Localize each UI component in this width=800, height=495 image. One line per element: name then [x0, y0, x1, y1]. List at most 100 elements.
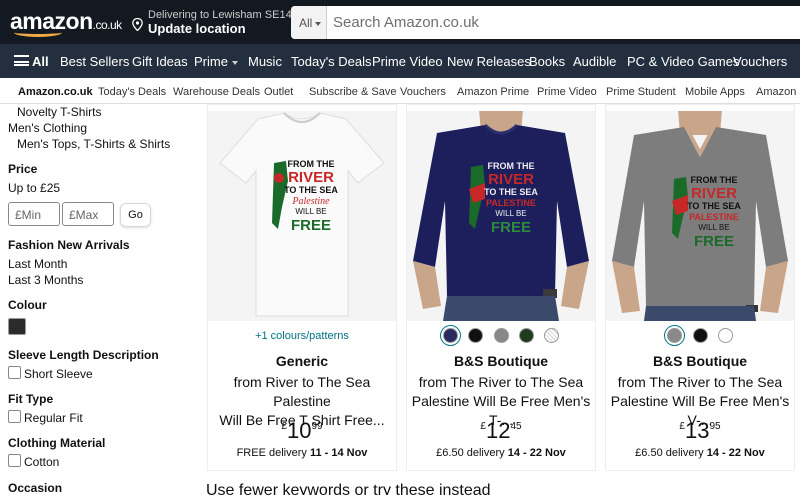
search-category-label: All	[299, 16, 313, 30]
shirt-print-line-5: WILL BE	[495, 209, 526, 218]
delivery-info: £6.50 delivery 14 - 22 Nov	[606, 447, 794, 459]
product-image[interactable]: FROM THE RIVER TO THE SEA Palestine WILL…	[208, 111, 396, 321]
deliver-to-label: Delivering to Lewisham SE14	[148, 9, 292, 21]
price-go-button[interactable]: Go	[120, 203, 151, 227]
product-card[interactable]: FROM THE RIVER TO THE SEA PALESTINE WILL…	[406, 104, 596, 471]
chevron-down-icon	[315, 21, 322, 26]
delivery-info: £6.50 delivery 14 - 22 Nov	[407, 447, 595, 459]
colour-heading: Colour	[8, 298, 47, 312]
shirt-print-line-1: FROM THE	[488, 161, 535, 171]
occasion-heading: Occasion	[8, 481, 63, 495]
swatch-navy[interactable]	[442, 328, 458, 344]
nav-pc-video-games[interactable]: PC & Video Games	[627, 54, 739, 69]
swatch-black[interactable]	[468, 328, 484, 344]
nav-audible[interactable]: Audible	[573, 54, 616, 69]
nav-prime-video[interactable]: Prime Video	[372, 54, 443, 69]
price-fraction: 45	[510, 421, 522, 432]
nav-prime[interactable]: Prime	[194, 54, 238, 69]
shirt-print-line-2: RIVER	[488, 171, 534, 188]
filter-last-3-months[interactable]: Last 3 Months	[8, 273, 83, 287]
delivery-dates: 14 - 22 Nov	[507, 447, 566, 459]
subnav-prime-student[interactable]: Prime Student	[606, 86, 676, 98]
subnav-warehouse-deals[interactable]: Warehouse Deals	[173, 86, 260, 98]
logo-tld: .co.uk	[92, 18, 123, 32]
subnav-mobile-apps[interactable]: Mobile Apps	[685, 86, 745, 98]
subnav-outlet[interactable]: Outlet	[264, 86, 293, 98]
nav-todays-deals[interactable]: Today's Deals	[291, 54, 372, 69]
nav-vouchers[interactable]: Vouchers	[733, 54, 787, 69]
subnav-todays-deals[interactable]: Today's Deals	[98, 86, 166, 98]
subnav-amazon-prime[interactable]: Amazon Prime	[457, 86, 529, 98]
product-image[interactable]: FROM THE RIVER TO THE SEA PALESTINE WILL…	[407, 111, 595, 321]
price-heading: Price	[8, 162, 38, 176]
product-price[interactable]: £1245	[407, 418, 595, 444]
product-title-line-1: from The River to The Sea	[617, 374, 783, 390]
swatch-white[interactable]	[717, 328, 733, 344]
shirt-print-line-5: WILL BE	[295, 207, 326, 216]
tshirt-model-image: FROM THE RIVER TO THE SEA PALESTINE WILL…	[606, 111, 794, 321]
category-mens-clothing[interactable]: Men's Clothing	[8, 121, 87, 135]
price-currency: £	[281, 421, 287, 432]
category-mens-tops[interactable]: Men's Tops, T-Shirts & Shirts	[17, 137, 170, 151]
search-input[interactable]	[333, 6, 793, 39]
regular-fit-label[interactable]: Regular Fit	[24, 411, 83, 425]
cotton-label[interactable]: Cotton	[24, 455, 59, 469]
swatch-white[interactable]	[544, 328, 560, 344]
subnav-home[interactable]: Amazon.co.uk	[18, 86, 93, 98]
shirt-print-line-4: PALESTINE	[486, 198, 536, 208]
subnav-vouchers[interactable]: Vouchers	[400, 86, 446, 98]
colour-swatch-black[interactable]	[8, 318, 26, 335]
shirt-print-line-1: FROM THE	[288, 159, 335, 169]
update-location-label: Update location	[148, 21, 246, 36]
swatch-grey[interactable]	[493, 328, 509, 344]
delivery-info: FREE delivery 11 - 14 Nov	[208, 447, 396, 459]
price-fraction: 95	[709, 421, 721, 432]
swatch-grey[interactable]	[667, 328, 683, 344]
search-bar: All	[291, 6, 800, 39]
sub-nav: Amazon.co.uk Today's Deals Warehouse Dea…	[0, 78, 800, 104]
product-title-line-1: from River to The Sea Palestine	[233, 374, 371, 409]
nav-books[interactable]: Books	[529, 54, 565, 69]
nav-music[interactable]: Music	[248, 54, 282, 69]
delivery-text: FREE delivery	[236, 447, 310, 459]
nav-prime-label: Prime	[194, 54, 228, 69]
short-sleeve-checkbox[interactable]	[8, 366, 21, 379]
subnav-prime-video[interactable]: Prime Video	[537, 86, 597, 98]
price-max-input[interactable]: £Max	[62, 202, 114, 226]
category-novelty-tshirts[interactable]: Novelty T-Shirts	[17, 105, 101, 119]
swatch-dark-green[interactable]	[518, 328, 534, 344]
regular-fit-checkbox[interactable]	[8, 410, 21, 423]
swatch-black[interactable]	[692, 328, 708, 344]
nav-all[interactable]: All	[32, 54, 49, 69]
chevron-down-icon	[231, 60, 238, 65]
shirt-print-line-2: RIVER	[691, 185, 737, 202]
nav-gift-ideas[interactable]: Gift Ideas	[132, 54, 188, 69]
product-price[interactable]: £1395	[606, 418, 794, 444]
price-whole: 10	[286, 418, 312, 443]
nav-best-sellers[interactable]: Best Sellers	[60, 54, 129, 69]
product-image[interactable]: FROM THE RIVER TO THE SEA PALESTINE WILL…	[606, 111, 794, 321]
location-pin-icon	[132, 18, 143, 31]
product-card[interactable]: FROM THE RIVER TO THE SEA Palestine WILL…	[207, 104, 397, 471]
price-up-to-25[interactable]: Up to £25	[8, 181, 60, 195]
product-price[interactable]: £1099	[208, 418, 396, 444]
product-card[interactable]: FROM THE RIVER TO THE SEA PALESTINE WILL…	[605, 104, 795, 471]
nav-new-releases[interactable]: New Releases	[447, 54, 531, 69]
price-min-input[interactable]: £Min	[8, 202, 60, 226]
shirt-print-line-1: FROM THE	[691, 175, 738, 185]
shirt-print-line-3: TO THE SEA	[687, 201, 741, 211]
hamburger-menu-icon[interactable]	[14, 55, 29, 66]
cotton-checkbox[interactable]	[8, 454, 21, 467]
delivery-text: £6.50 delivery	[436, 447, 508, 459]
shirt-print-line-2: RIVER	[288, 169, 334, 186]
colour-swatches	[407, 327, 595, 347]
colours-patterns-link[interactable]: +1 colours/patterns	[208, 330, 396, 342]
search-category-dropdown[interactable]: All	[291, 6, 327, 39]
subnav-subscribe-save[interactable]: Subscribe & Save	[309, 86, 396, 98]
delivery-text: £6.50 delivery	[635, 447, 707, 459]
subnav-amazon-p[interactable]: Amazon P	[756, 86, 800, 98]
short-sleeve-label[interactable]: Short Sleeve	[24, 367, 93, 381]
delivery-dates: 11 - 14 Nov	[309, 447, 368, 459]
shirt-print-line-6: FREE	[694, 233, 734, 250]
filter-last-month[interactable]: Last Month	[8, 257, 67, 271]
